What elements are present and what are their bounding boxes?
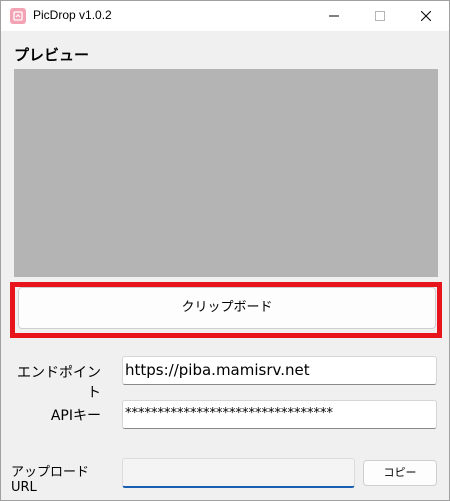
title-bar[interactable]: PicDrop v1.0.2 (1, 1, 449, 31)
upload-url-field[interactable] (122, 458, 355, 488)
app-window: PicDrop v1.0.2 プレビュー クリップボード エンドポイント htt… (0, 0, 450, 501)
clipboard-button[interactable]: クリップボード (18, 287, 436, 329)
maximize-button[interactable] (357, 1, 403, 31)
preview-label: プレビュー (14, 46, 90, 64)
minimize-button[interactable] (311, 1, 357, 31)
minimize-icon (329, 15, 339, 17)
close-button[interactable] (403, 1, 449, 31)
window-title: PicDrop v1.0.2 (33, 8, 112, 22)
preview-image-area (14, 69, 438, 277)
api-key-label: APIキー (50, 408, 101, 424)
close-icon (421, 11, 431, 21)
maximize-icon (375, 11, 385, 21)
endpoint-input[interactable]: https://piba.mamisrv.net (122, 356, 437, 385)
endpoint-label: エンドポイント (17, 365, 101, 401)
copy-button[interactable]: コピー (363, 460, 437, 486)
app-logo-icon (10, 8, 26, 24)
api-key-input[interactable]: ******************************** (122, 400, 437, 429)
upload-url-label: アップロードURL (11, 465, 90, 495)
